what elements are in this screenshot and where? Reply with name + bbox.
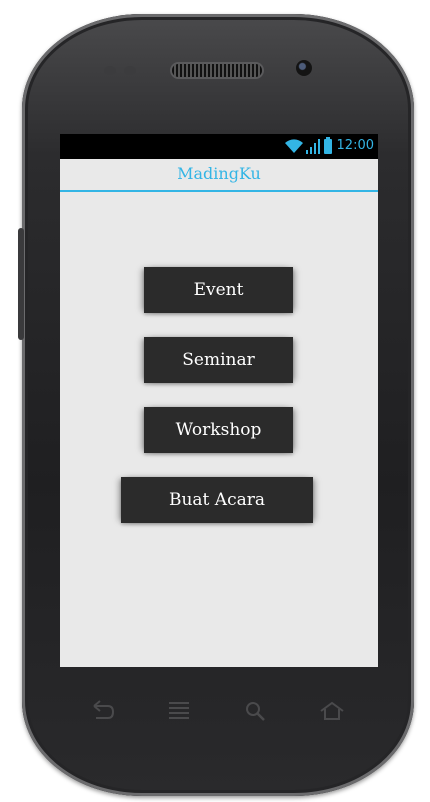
action-bar: MadingKu	[60, 159, 378, 192]
home-icon[interactable]	[318, 700, 346, 722]
wifi-icon	[285, 139, 303, 153]
search-icon[interactable]	[244, 700, 268, 722]
front-camera	[296, 60, 312, 76]
app-title: MadingKu	[177, 164, 261, 183]
proximity-sensor	[104, 66, 116, 75]
menu-icon[interactable]	[166, 700, 192, 722]
volume-button	[18, 228, 24, 340]
status-time: 12:00	[336, 138, 374, 153]
event-button[interactable]: Event	[144, 267, 293, 313]
back-icon[interactable]	[88, 700, 116, 722]
seminar-button[interactable]: Seminar	[144, 337, 293, 383]
workshop-button[interactable]: Workshop	[144, 407, 293, 453]
buat-acara-button[interactable]: Buat Acara	[121, 477, 313, 523]
light-sensor	[124, 66, 136, 75]
signal-icon	[306, 139, 320, 154]
battery-icon	[324, 137, 332, 154]
status-bar: 12:00	[60, 134, 378, 159]
screen: 12:00 MadingKu Event Seminar Workshop Bu…	[60, 134, 378, 667]
earpiece-speaker	[172, 64, 262, 77]
